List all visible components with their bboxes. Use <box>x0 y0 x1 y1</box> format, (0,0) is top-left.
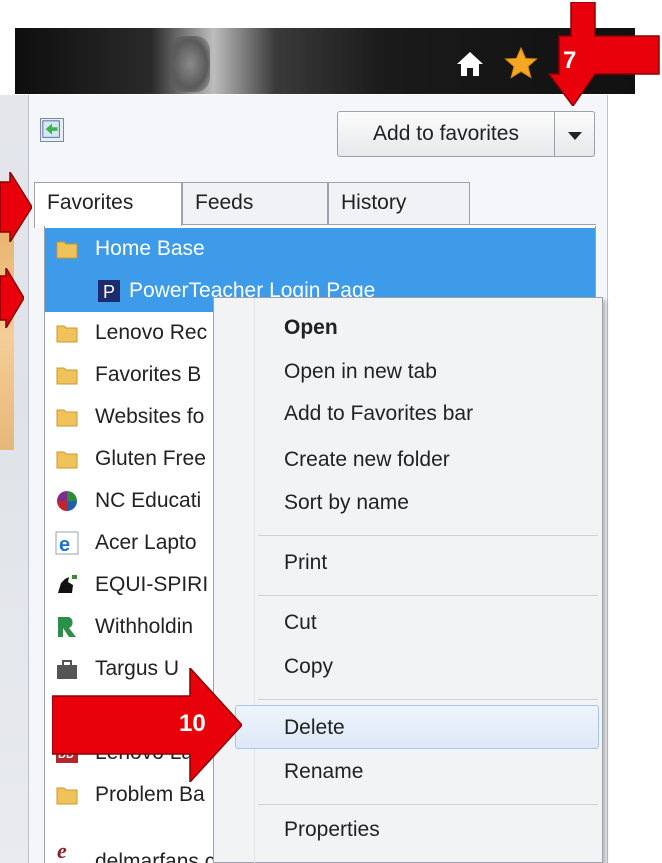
menu-separator <box>258 804 598 805</box>
callout-arrow-7 <box>547 2 660 106</box>
list-item-label: Home Base <box>95 237 205 260</box>
menu-item-copy[interactable]: Copy <box>284 655 333 679</box>
list-item-label: Favorites B <box>95 363 202 386</box>
tab-feeds[interactable]: Feeds <box>182 182 328 224</box>
callout-number-10: 10 <box>179 710 206 737</box>
r-icon <box>58 617 76 637</box>
background-blur <box>170 36 210 92</box>
powerteacher-icon: P <box>98 280 120 302</box>
menu-gutter <box>254 298 255 863</box>
menu-separator <box>258 535 598 536</box>
callout-number-7: 7 <box>563 47 577 74</box>
add-to-favorites-dropdown-button[interactable] <box>555 111 595 157</box>
ie-icon: e <box>55 531 79 555</box>
list-item-label: Problem Ba <box>95 783 205 806</box>
list-item-label: Acer Lapto <box>95 531 197 554</box>
svg-text:e: e <box>59 534 70 555</box>
list-item-label: EQUI-SPIRI <box>95 573 209 596</box>
callout-arrow-10 <box>52 668 242 782</box>
folder-icon <box>56 241 78 259</box>
list-item-label: Lenovo Rec <box>95 321 208 344</box>
menu-item-sort-by-name[interactable]: Sort by name <box>284 491 409 515</box>
pin-arrow-icon <box>42 120 60 138</box>
ie-icon: e <box>57 838 67 860</box>
folder-icon <box>56 451 78 469</box>
svg-text:P: P <box>103 282 115 302</box>
pin-favorites-center-button[interactable] <box>40 118 64 142</box>
list-item-label: Gluten Free <box>95 447 206 470</box>
folder-icon <box>56 367 78 385</box>
menu-item-add-to-favorites-bar[interactable]: Add to Favorites bar <box>284 402 473 426</box>
menu-separator <box>258 699 598 700</box>
folder-icon <box>56 409 78 427</box>
menu-item-cut[interactable]: Cut <box>284 611 317 635</box>
svg-text:e: e <box>57 838 67 860</box>
list-item[interactable]: Home Base <box>45 228 595 270</box>
list-item-label: NC Educati <box>95 489 202 512</box>
menu-item-open[interactable]: Open <box>284 316 338 340</box>
horse-icon <box>58 575 77 593</box>
callout-arrow-tab <box>0 172 32 242</box>
home-icon[interactable] <box>455 50 485 78</box>
menu-item-delete[interactable]: Delete <box>284 716 345 740</box>
menu-item-open-new-tab[interactable]: Open in new tab <box>284 360 437 384</box>
menu-item-print[interactable]: Print <box>284 551 327 575</box>
background-strip <box>0 220 14 450</box>
globe-icon <box>57 491 77 511</box>
menu-item-rename[interactable]: Rename <box>284 760 363 784</box>
menu-separator <box>258 595 598 596</box>
tab-favorites[interactable]: Favorites <box>34 182 182 228</box>
tab-history[interactable]: History <box>328 182 470 224</box>
menu-item-properties[interactable]: Properties <box>284 818 380 842</box>
folder-icon <box>56 787 78 805</box>
menu-item-create-new-folder[interactable]: Create new folder <box>284 448 450 472</box>
context-menu: Open Open in new tab Add to Favorites ba… <box>213 297 603 863</box>
folder-icon <box>56 325 78 343</box>
list-item-label: Withholdin <box>95 615 194 638</box>
list-item-label: Websites fo <box>95 405 205 428</box>
add-to-favorites-button[interactable]: Add to favorites <box>337 111 555 157</box>
tab-divider <box>181 224 596 225</box>
callout-arrow-item <box>0 268 24 328</box>
